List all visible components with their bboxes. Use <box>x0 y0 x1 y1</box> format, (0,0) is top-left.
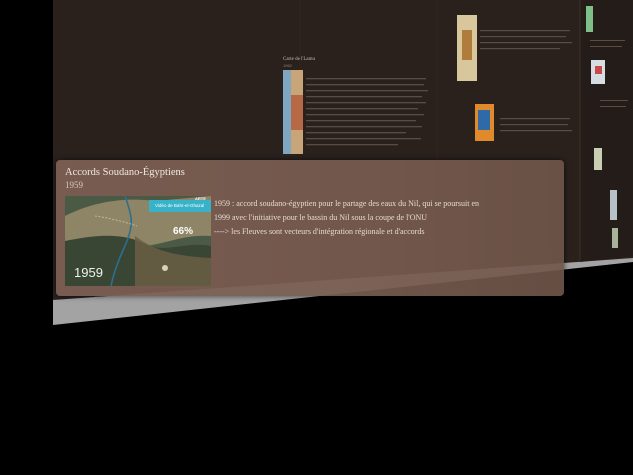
thumbnail-caption-banner: Vidéo de Bahr-el-Ghazal <box>149 200 211 212</box>
description-line: ----> les Fleuves sont vecteurs d'intégr… <box>214 227 425 236</box>
popup-description: 1959 : accord soudano-égyptien pour le p… <box>214 197 534 239</box>
thumbnail-percent-label: 66% <box>173 226 194 237</box>
wall-map-thumbnail-1 <box>283 70 303 154</box>
popup-date: 1959 <box>65 180 83 190</box>
wall-map-thumbnail-2 <box>457 15 477 81</box>
description-line: 1999 avec l'initiative pour le bassin du… <box>214 213 428 222</box>
timeline-year-marker: 1960 <box>95 295 104 300</box>
popup-title: Accords Soudano-Égyptiens <box>65 167 185 178</box>
event-detail-popup[interactable]: Accords Soudano-Égyptiens 1959 Vidéo de … <box>56 160 564 296</box>
wall-map-thumbnail-3 <box>475 104 494 141</box>
thumbnail-year-label: 1959 <box>74 265 103 280</box>
wall-right-face <box>580 0 633 262</box>
description-line: 1959 : accord soudano-égyptien pour le p… <box>214 199 480 208</box>
video-thumbnail[interactable]: Vidéo de Bahr-el-Ghazal ARTE 66% 1959 <box>65 196 211 286</box>
wall-doc-date: 1962 <box>283 63 292 68</box>
thumbnail-logo: ARTE <box>195 196 206 201</box>
wall-doc-title[interactable]: Carte de l'Lamu <box>283 57 315 62</box>
